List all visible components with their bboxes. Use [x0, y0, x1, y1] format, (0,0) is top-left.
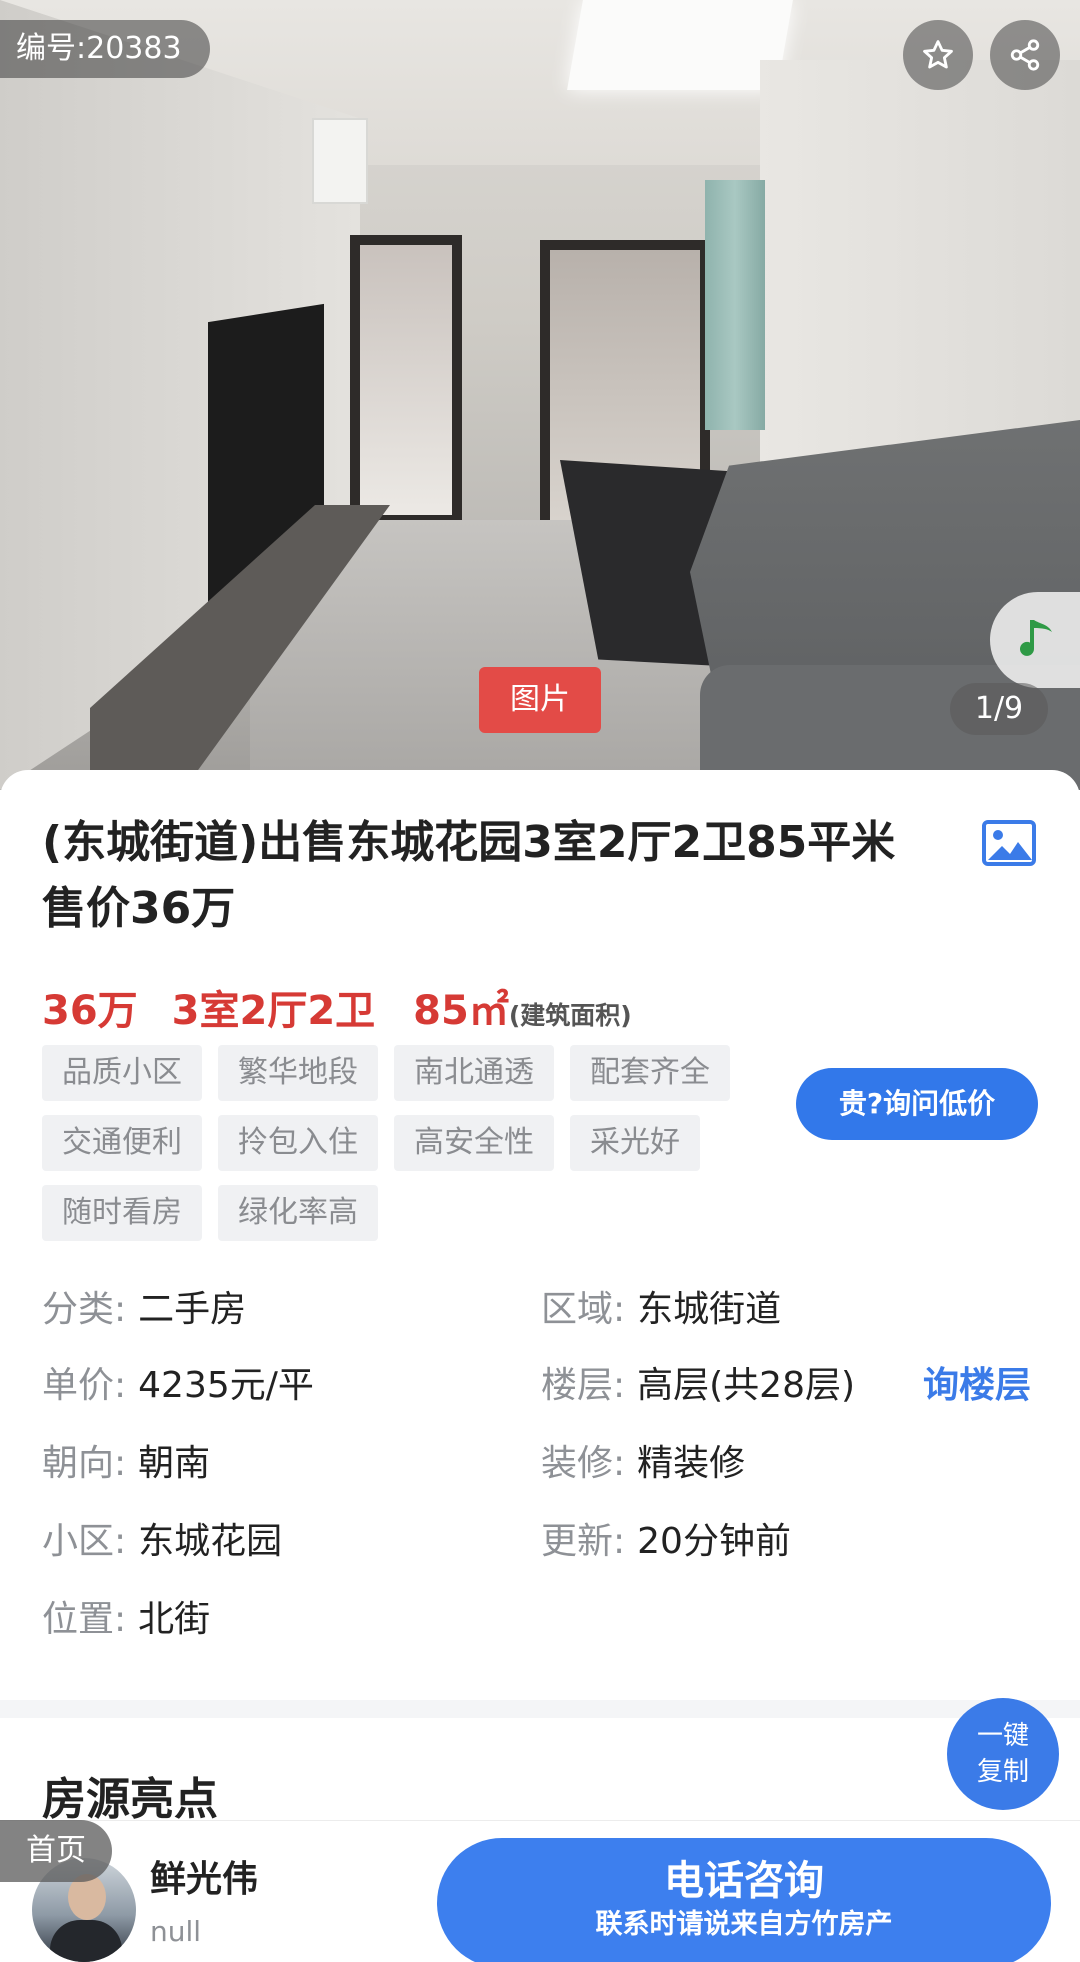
detail-orientation: 朝向: 朝南: [42, 1439, 210, 1489]
floor-area: 85㎡: [413, 988, 509, 1034]
feature-tag: 随时看房: [42, 1185, 202, 1241]
copy-button-line1: 一键: [976, 1721, 1029, 1751]
section-divider: [0, 1700, 1080, 1718]
image-icon[interactable]: [982, 820, 1036, 866]
detail-label: 单价:: [42, 1365, 127, 1406]
feature-tag: 品质小区: [42, 1045, 202, 1101]
detail-value: 高层(共28层): [637, 1365, 856, 1406]
feature-tag: 绿化率高: [218, 1185, 378, 1241]
star-icon: [923, 40, 953, 69]
feature-tag: 拎包入住: [218, 1115, 378, 1171]
ask-lower-price-button[interactable]: 贵?询问低价: [796, 1068, 1038, 1140]
share-button[interactable]: [990, 20, 1060, 90]
media-type-tab-photos[interactable]: 图片: [479, 667, 601, 733]
detail-value: 东城街道: [637, 1289, 782, 1330]
favorite-button[interactable]: [903, 20, 973, 90]
copy-button-line2: 复制: [976, 1757, 1029, 1787]
detail-community: 小区: 东城花园: [42, 1517, 282, 1567]
detail-location: 位置: 北街: [42, 1595, 210, 1645]
detail-value: 20分钟前: [637, 1521, 791, 1562]
detail-label: 装修:: [541, 1443, 626, 1484]
listing-id-badge: 编号:20383: [0, 20, 210, 78]
detail-value: 4235元/平: [138, 1365, 314, 1406]
detail-label: 分类:: [42, 1289, 127, 1330]
agent-subtitle: null: [150, 1915, 202, 1948]
music-note-icon: [1020, 620, 1052, 656]
call-button-title: 电话咨询: [664, 1858, 824, 1904]
detail-decoration: 装修: 精装修: [541, 1439, 745, 1489]
music-button[interactable]: [990, 592, 1080, 688]
feature-tag: 繁华地段: [218, 1045, 378, 1101]
feature-tag: 交通便利: [42, 1115, 202, 1171]
detail-category: 分类: 二手房: [42, 1285, 246, 1335]
detail-label: 楼层:: [541, 1365, 626, 1406]
feature-tag: 采光好: [570, 1115, 700, 1171]
detail-label: 区域:: [541, 1289, 626, 1330]
feature-tags: 品质小区 繁华地段 南北通透 配套齐全 交通便利 拎包入住 高安全性 采光好 随…: [42, 1045, 782, 1241]
room-layout: 3室2厅2卫: [171, 988, 376, 1034]
detail-value: 北街: [138, 1599, 211, 1640]
photo-air-conditioner: [312, 118, 368, 204]
floor-area-note: (建筑面积): [508, 1001, 632, 1030]
photo-counter: 1/9: [950, 683, 1048, 735]
ask-floor-link[interactable]: 询楼层: [923, 1361, 1031, 1411]
detail-label: 位置:: [42, 1599, 127, 1640]
detail-value: 东城花园: [138, 1521, 283, 1562]
detail-value: 精装修: [637, 1443, 746, 1484]
photo-doorway: [350, 235, 462, 525]
feature-tag: 高安全性: [394, 1115, 554, 1171]
detail-updated: 更新: 20分钟前: [541, 1517, 791, 1567]
detail-district: 区域: 东城街道: [541, 1285, 781, 1335]
detail-floor: 楼层: 高层(共28层): [541, 1361, 855, 1411]
share-icon: [1010, 39, 1040, 71]
home-button[interactable]: 首页: [0, 1820, 112, 1882]
detail-value: 朝南: [138, 1443, 211, 1484]
photo-curtain: [705, 180, 765, 430]
sale-price: 36万: [42, 988, 138, 1034]
detail-value: 二手房: [138, 1289, 247, 1330]
one-click-copy-button[interactable]: 一键 复制: [947, 1698, 1059, 1810]
detail-label: 更新:: [541, 1521, 626, 1562]
detail-label: 朝向:: [42, 1443, 127, 1484]
price-summary: 36万 3室2厅2卫 85㎡ (建筑面积): [42, 978, 632, 1036]
agent-name: 鲜光伟: [150, 1859, 259, 1900]
detail-label: 小区:: [42, 1521, 127, 1562]
phone-consult-button[interactable]: 电话咨询 联系时请说来自方竹房产: [437, 1838, 1051, 1962]
feature-tag: 南北通透: [394, 1045, 554, 1101]
feature-tag: 配套齐全: [570, 1045, 730, 1101]
call-button-subtitle: 联系时请说来自方竹房产: [595, 1909, 893, 1940]
listing-title: (东城街道)出售东城花园3室2厅2卫85平米 售价36万: [42, 817, 896, 934]
detail-unit-price: 单价: 4235元/平: [42, 1361, 314, 1411]
